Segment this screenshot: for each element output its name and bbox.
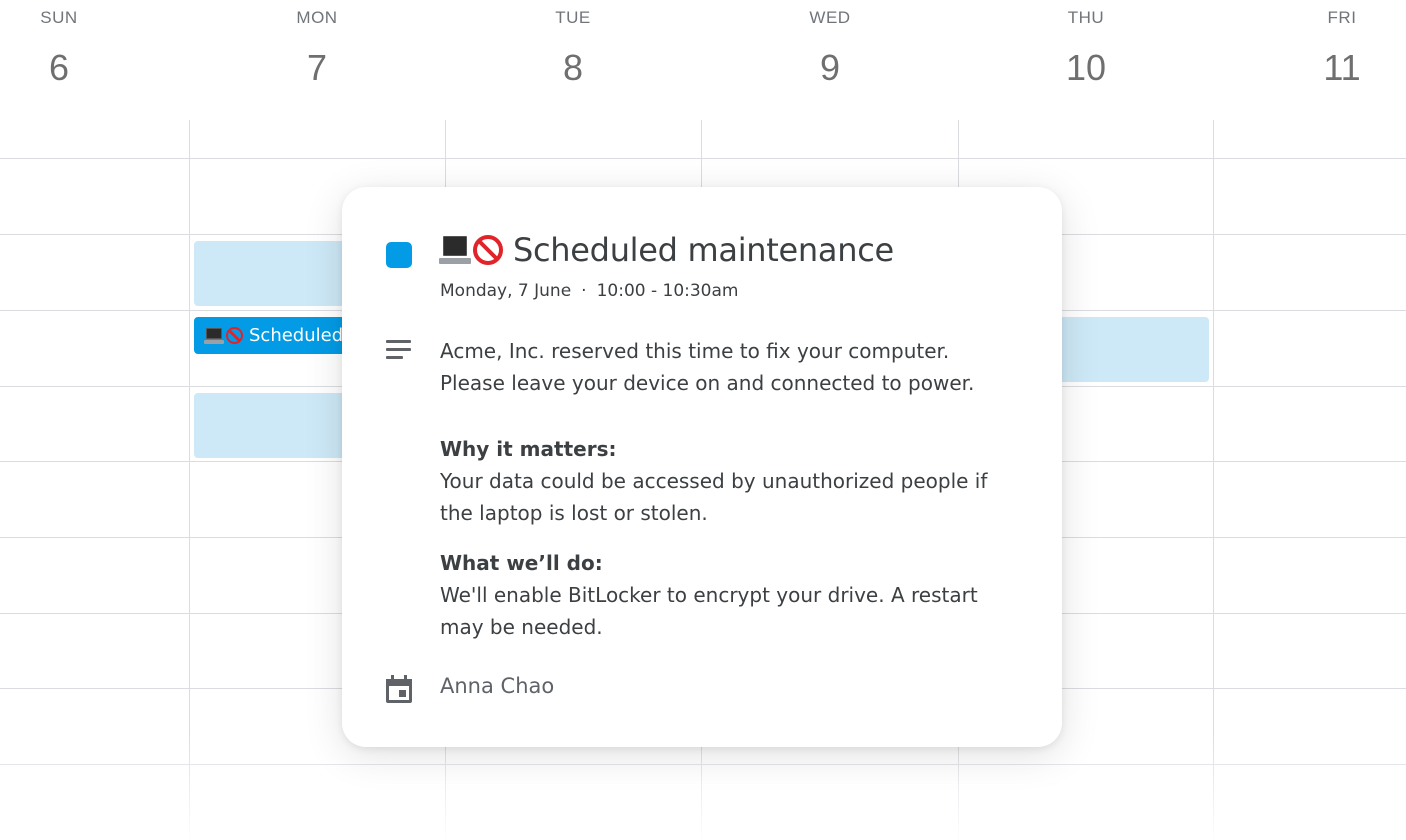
what-body: We'll enable BitLocker to encrypt your d…	[440, 583, 978, 639]
prohibited-icon	[473, 235, 503, 265]
description-line: Acme, Inc. reserved this time to fix you…	[440, 339, 950, 363]
event-title: Scheduled maintenance	[513, 231, 894, 269]
day-name: TUE	[555, 8, 591, 27]
day-name: SUN	[40, 8, 78, 27]
event-date: Monday, 7 June	[440, 281, 572, 301]
day-number[interactable]: 10	[1006, 47, 1166, 89]
day-number[interactable]: 6	[0, 47, 139, 89]
calendar-icon	[386, 675, 412, 703]
day-number[interactable]: 9	[750, 47, 910, 89]
day-name: WED	[809, 8, 851, 27]
event-chip-icons	[204, 327, 243, 344]
event-time: 10:00 - 10:30am	[596, 281, 739, 301]
prohibited-icon	[226, 327, 243, 344]
laptop-icon	[439, 236, 471, 264]
day-name: THU	[1067, 8, 1105, 27]
day-number[interactable]: 8	[493, 47, 653, 89]
why-body: Your data could be accessed by unauthori…	[440, 469, 988, 525]
day-number[interactable]: 7	[237, 47, 397, 89]
event-chip-label: Scheduled	[249, 325, 344, 346]
day-number[interactable]: 11	[1262, 47, 1406, 89]
event-organizer[interactable]: Anna Chao	[440, 674, 554, 698]
event-title-row: Scheduled maintenance	[439, 231, 894, 269]
description-line: Please leave your device on and connecte…	[440, 371, 975, 395]
separator-dot: ·	[581, 281, 587, 301]
event-description: Acme, Inc. reserved this time to fix you…	[440, 335, 1020, 643]
why-heading: Why it matters:	[440, 437, 617, 461]
grid-row-divider	[0, 158, 1406, 159]
description-icon	[386, 340, 411, 360]
event-color-indicator	[386, 242, 412, 268]
calendar-event-block[interactable]	[1040, 317, 1209, 382]
calendar-week-view: SUN 6 MON 7 TUE 8 WED 9 THU 10 FRI 11 Sc…	[0, 0, 1406, 840]
laptop-icon	[204, 327, 224, 344]
day-name: MON	[296, 8, 338, 27]
event-detail-popup: Scheduled maintenance Monday, 7 June · 10:…	[342, 187, 1062, 747]
what-heading: What we’ll do:	[440, 551, 603, 575]
event-datetime: Monday, 7 June · 10:00 - 10:30am	[440, 281, 738, 301]
day-name: FRI	[1327, 8, 1357, 27]
